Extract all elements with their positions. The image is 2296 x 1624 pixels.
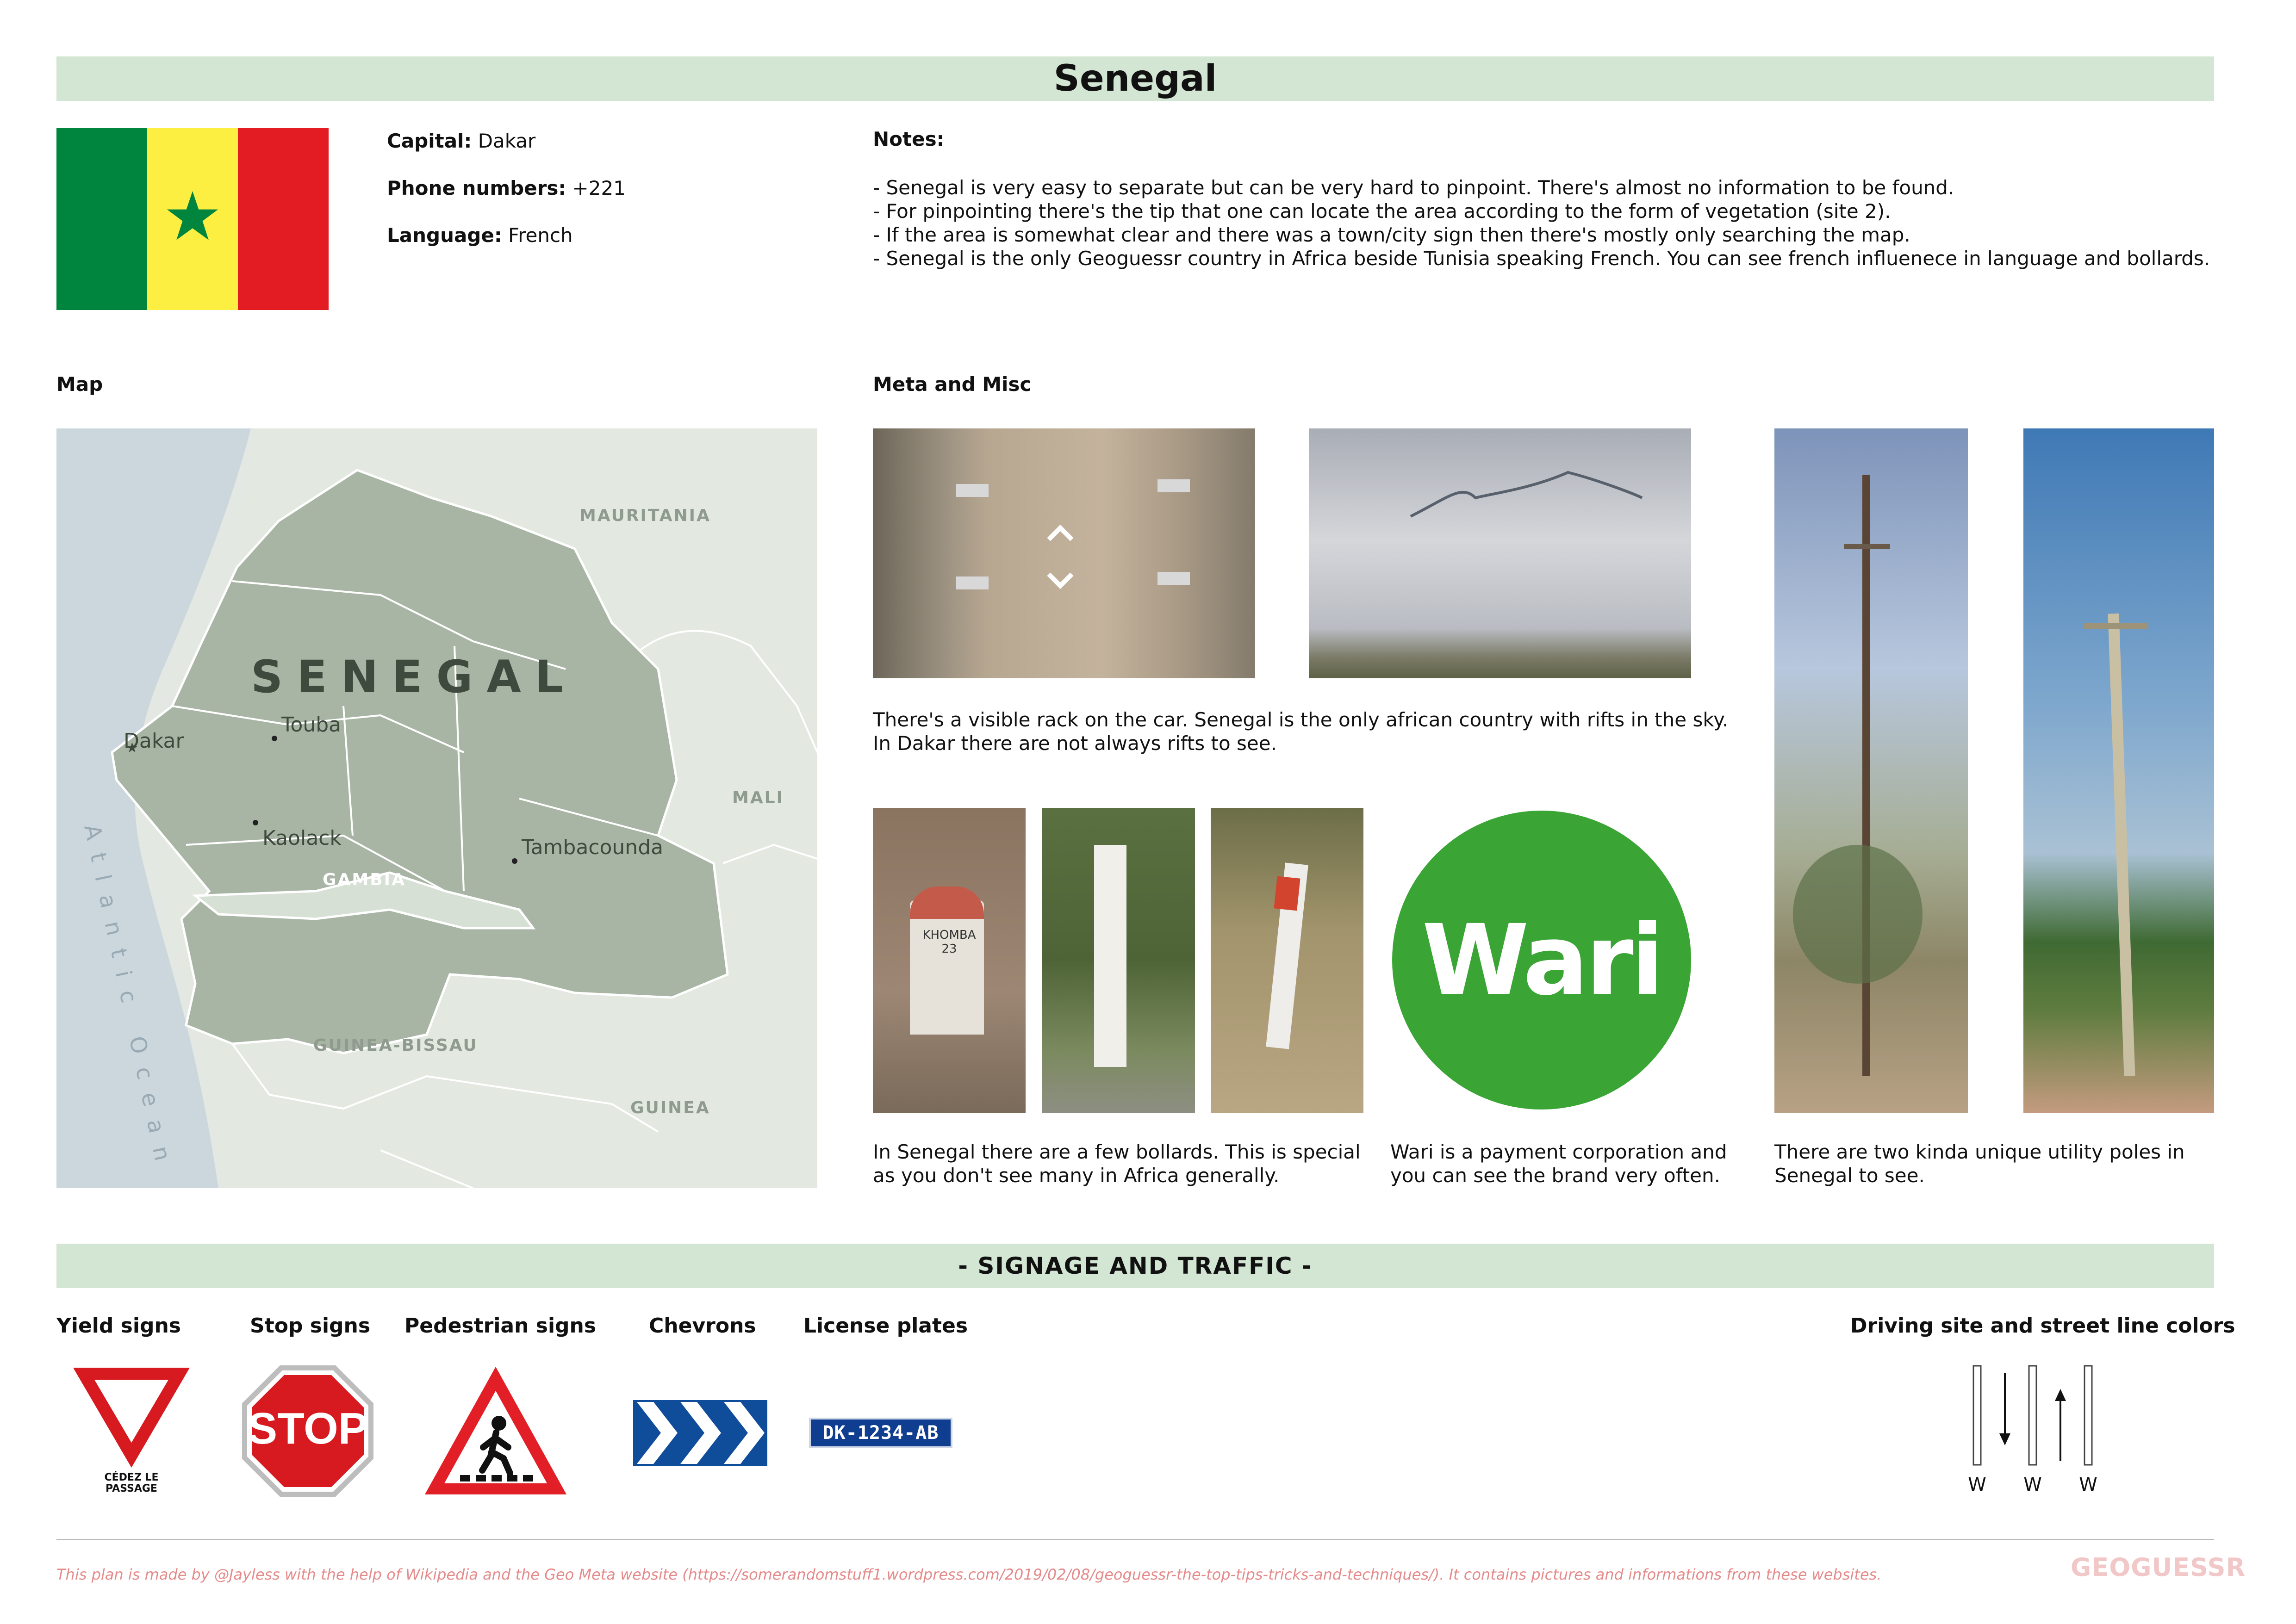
license-plate: DK-1234-AB — [809, 1418, 952, 1448]
arrow-down-icon — [1999, 1433, 2010, 1445]
country-info: Capital: Dakar Phone numbers: +221 Langu… — [387, 118, 626, 259]
map-heading: Map — [56, 373, 103, 396]
footer-divider — [56, 1539, 2214, 1540]
geoguessr-logo: GEOGUESSR — [2071, 1553, 2246, 1582]
phone-row: Phone numbers: +221 — [387, 177, 626, 199]
car-caption: There's a visible rack on the car. Seneg… — [873, 708, 1729, 755]
line-color-label: W — [2023, 1474, 2042, 1495]
bollard-photo-3 — [1211, 808, 1363, 1113]
country-label: SENEGAL — [251, 651, 577, 703]
utility-pole-photo-2 — [2023, 428, 2214, 1113]
notes-list: - Senegal is very easy to separate but c… — [873, 176, 2210, 270]
notes-heading: Notes: — [873, 128, 945, 150]
flag-stripe-red — [238, 128, 329, 310]
note-item: - If the area is somewhat clear and ther… — [873, 223, 1910, 246]
arrow-up-icon — [2055, 1389, 2066, 1401]
svg-text:STOP: STOP — [248, 1404, 368, 1453]
driving-side-diagram: W W W — [1958, 1364, 2110, 1503]
flag-stripe-yellow — [147, 128, 238, 310]
city-label: Tambacounda — [521, 836, 663, 859]
flag-stripe-green — [56, 128, 147, 310]
city-label: Kaolack — [262, 826, 342, 850]
senegal-map: MAURITANIA MALI GAMBIA GUINEA-BISSAU GUI… — [56, 428, 817, 1188]
wari-logo: Wari — [1392, 811, 1691, 1110]
language-row: Language: French — [387, 224, 573, 247]
plates-heading: License plates — [803, 1314, 968, 1338]
utility-pole-photo-1 — [1774, 428, 1968, 1113]
neighbor-label: MALI — [732, 788, 784, 807]
car-rack-photo — [873, 428, 1255, 678]
stop-sign: STOP — [241, 1364, 375, 1498]
note-item: - For pinpointing there's the tip that o… — [873, 200, 1891, 223]
stop-heading: Stop signs — [250, 1314, 371, 1338]
pedestrian-sign — [422, 1364, 569, 1498]
bollard-caption: In Senegal there are a few bollards. Thi… — [873, 1141, 1361, 1187]
footer-credits: This plan is made by @Jayless with the h… — [56, 1566, 1882, 1583]
sky-rift-photo — [1309, 428, 1691, 678]
line-color-label: W — [2079, 1474, 2097, 1495]
neighbor-label: MAURITANIA — [579, 506, 711, 525]
driving-heading: Driving site and street line colors — [1850, 1314, 2235, 1338]
chevron-sign — [633, 1400, 767, 1466]
senegal-flag — [56, 128, 329, 310]
chevrons-heading: Chevrons — [649, 1314, 756, 1338]
chevron-up-icon — [1047, 524, 1074, 541]
neighbor-label: GAMBIA — [323, 870, 406, 889]
note-item: - Senegal is the only Geoguessr country … — [873, 247, 2210, 270]
star-icon — [167, 191, 218, 240]
poles-caption: There are two kinda unique utility poles… — [1774, 1141, 2185, 1187]
wari-caption: Wari is a payment corporation and you ca… — [1390, 1141, 1727, 1187]
neighbor-label: GUINEA — [630, 1098, 710, 1117]
city-label: Dakar — [124, 729, 185, 753]
city-label: Touba — [281, 713, 341, 737]
pedestrian-heading: Pedestrian signs — [404, 1314, 597, 1338]
neighbor-label: GUINEA-BISSAU — [313, 1036, 478, 1055]
bollard-photo-1: KHOMBA 23 — [873, 808, 1026, 1113]
note-item: - Senegal is very easy to separate but c… — [873, 176, 1954, 199]
capital-row: Capital: Dakar — [387, 130, 536, 152]
bollard-photo-2 — [1042, 808, 1195, 1113]
yield-heading: Yield signs — [56, 1314, 181, 1338]
chevron-down-icon — [1047, 572, 1074, 589]
signage-band: - SIGNAGE AND TRAFFIC - — [56, 1244, 2214, 1288]
yield-sign: CÉDEZ LE PASSAGE — [70, 1364, 193, 1498]
line-color-label: W — [1968, 1474, 1986, 1495]
map-graphic: MAURITANIA MALI GAMBIA GUINEA-BISSAU GUI… — [56, 428, 817, 1188]
page-title: Senegal — [56, 56, 2214, 101]
meta-heading: Meta and Misc — [873, 373, 1032, 396]
